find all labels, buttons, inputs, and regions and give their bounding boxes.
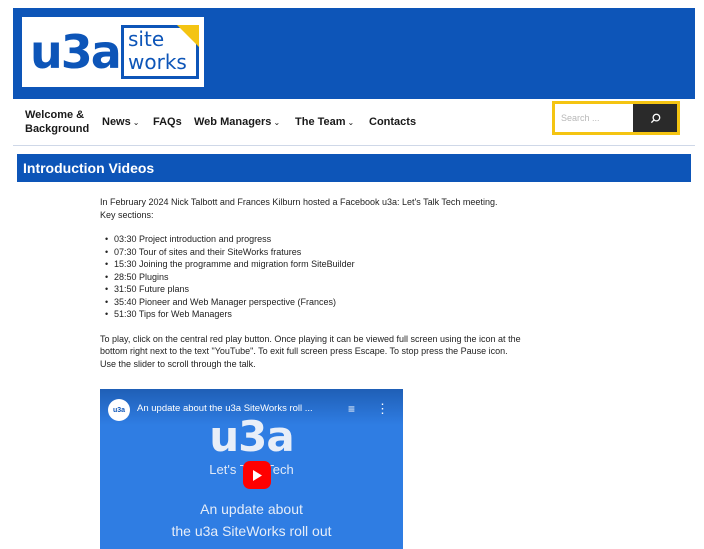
chevron-down-icon: ⌄ [347,117,355,127]
page-title: Introduction Videos [23,160,155,176]
search-form [552,101,680,135]
thumbnail-subtitle-line-2: the u3a SiteWorks roll out [171,523,332,539]
thumbnail-subtitle-line-1: An update about [200,501,303,517]
nav-item-web-managers[interactable]: Web Managers ⌄ [194,99,280,145]
list-item: 15:30 Joining the programme and migratio… [105,258,620,271]
nav-item-faqs[interactable]: FAQs [153,99,182,145]
nav-item-the-team[interactable]: The Team ⌄ [295,99,354,145]
page: u3a site works Welcome & Background News… [13,8,695,549]
list-item: 03:30 Project introduction and progress [105,233,620,246]
key-sections-label: Key sections: [100,209,154,220]
search-button[interactable] [633,104,677,132]
nav-label: The Team [295,116,346,128]
instructions-text: To play, click on the central red play b… [100,333,521,344]
logo-site-text: site [128,27,165,51]
nav-label: Welcome & Background [25,109,90,135]
video-embed[interactable]: u3a An update about the u3a SiteWorks ro… [100,389,403,549]
logo-u3a-text: u3a [30,25,122,79]
list-item: 51:30 Tips for Web Managers [105,308,620,321]
list-item: 31:50 Future plans [105,283,620,296]
chevron-down-icon: ⌄ [273,117,281,127]
search-icon [650,113,660,123]
chevron-down-icon: ⌄ [132,117,140,127]
list-item: 28:50 Plugins [105,271,620,284]
instructions-text: bottom right next to the text "YouTube".… [100,346,508,356]
nav-label: News [102,116,131,128]
nav-label: FAQs [153,116,182,128]
intro-text: In February 2024 Nick Talbott and France… [100,197,498,207]
logo-works-text: works [128,50,187,74]
site-header: u3a site works [13,8,695,99]
nav-item-contacts[interactable]: Contacts [369,99,416,145]
play-button[interactable] [243,461,271,489]
search-input[interactable] [555,104,631,132]
instructions-text: Use the slider to scroll through the tal… [100,358,256,369]
nav-label: Contacts [369,116,417,128]
list-item: 35:40 Pioneer and Web Manager perspectiv… [105,296,620,309]
site-logo[interactable]: u3a site works [22,17,204,87]
logo-siteworks-box: site works [121,25,199,79]
nav-item-welcome-background[interactable]: Welcome & Background [25,99,95,145]
play-icon [253,469,262,481]
page-title-bar: Introduction Videos [17,154,691,182]
thumbnail-u3a-text: u3a [209,412,294,461]
page-content: In February 2024 Nick Talbott and France… [100,196,620,370]
logo-corner-triangle [177,25,199,47]
list-item: 07:30 Tour of sites and their SiteWorks … [105,246,620,259]
nav-label: Web Managers [194,116,272,128]
sections-list: 03:30 Project introduction and progress … [100,233,620,321]
nav-item-news[interactable]: News ⌄ [102,99,139,145]
